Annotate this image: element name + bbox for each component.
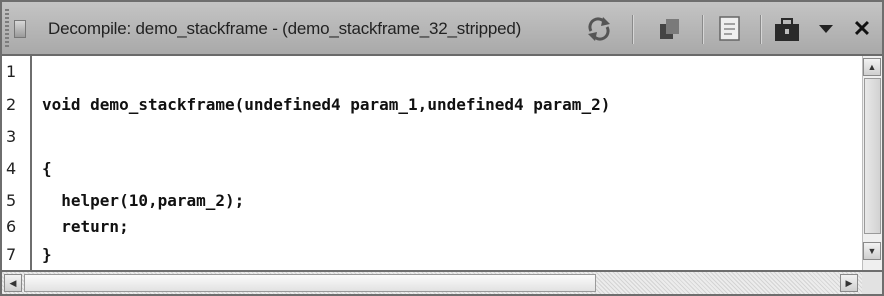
- scroll-up-button[interactable]: ▲: [863, 58, 881, 76]
- view-menu-button[interactable]: [814, 13, 838, 45]
- line-number: 5: [6, 191, 17, 210]
- refresh-button[interactable]: [582, 13, 616, 45]
- toolbar-separator: [702, 15, 704, 44]
- toolbar-separator: [632, 15, 634, 44]
- vertical-scrollbar[interactable]: ▲ ▼: [862, 56, 882, 270]
- line-number: 6: [6, 217, 17, 236]
- line-number: 1: [6, 62, 17, 81]
- snapshot-icon: [719, 16, 740, 41]
- copy-icon: [660, 19, 679, 39]
- line-number: 3: [6, 127, 17, 146]
- decompiled-code-view[interactable]: 1 2 3 4 5 6 7 void demo_stackframe(undef…: [2, 56, 862, 270]
- scroll-left-icon: ◀: [9, 277, 17, 288]
- export-icon: [775, 18, 799, 41]
- horizontal-scroll-thumb[interactable]: [24, 274, 596, 292]
- scroll-right-button[interactable]: ▶: [840, 274, 858, 292]
- export-button[interactable]: [770, 13, 804, 45]
- dropdown-menu-icon: [819, 25, 833, 33]
- drag-grip[interactable]: [5, 9, 9, 49]
- line-number: 7: [6, 245, 17, 264]
- code-line[interactable]: return;: [42, 214, 128, 240]
- scroll-left-button[interactable]: ◀: [4, 274, 22, 292]
- scroll-down-button[interactable]: ▼: [863, 242, 881, 260]
- horizontal-scrollbar[interactable]: ◀ ▶: [2, 270, 862, 294]
- line-number: 2: [6, 95, 17, 114]
- scroll-down-icon: ▼: [867, 245, 877, 256]
- code-line[interactable]: }: [42, 242, 52, 268]
- copy-button[interactable]: [654, 13, 686, 45]
- close-button[interactable]: ✕: [848, 13, 876, 45]
- refresh-icon: [588, 17, 610, 41]
- function-signature-line[interactable]: void demo_stackframe(undefined4 param_1,…: [42, 92, 610, 118]
- decompiler-window: Decompile: demo_stackframe - (demo_stack…: [0, 0, 884, 296]
- toolbar-separator: [760, 15, 762, 44]
- scroll-right-icon: ▶: [845, 277, 853, 288]
- scroll-up-icon: ▲: [867, 61, 877, 72]
- code-line[interactable]: {: [42, 156, 52, 182]
- close-icon: ✕: [852, 16, 872, 41]
- decompiler-app-icon: [14, 20, 26, 38]
- line-number-gutter: 1 2 3 4 5 6 7: [2, 56, 32, 270]
- window-title: Decompile: demo_stackframe - (demo_stack…: [48, 19, 522, 38]
- snapshot-button[interactable]: [714, 13, 746, 45]
- code-line[interactable]: helper(10,param_2);: [42, 188, 244, 214]
- scrollbar-corner: [862, 270, 882, 294]
- title-bar[interactable]: Decompile: demo_stackframe - (demo_stack…: [2, 2, 882, 56]
- vertical-scroll-thumb[interactable]: [864, 78, 881, 234]
- line-number: 4: [6, 159, 17, 178]
